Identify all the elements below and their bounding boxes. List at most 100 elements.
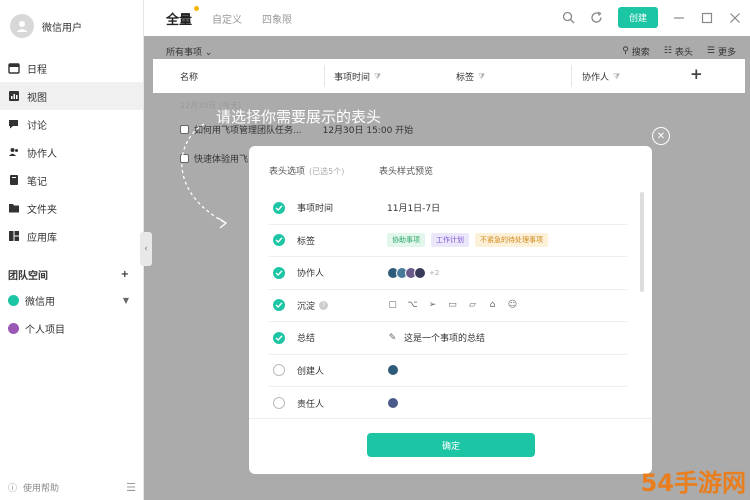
minimize-icon[interactable] — [672, 11, 686, 25]
option-preview: +2 — [387, 266, 440, 279]
column-divider — [571, 65, 572, 87]
option-row[interactable]: 创建人 — [269, 355, 627, 387]
info-icon[interactable]: ? — [319, 300, 329, 310]
collapse-sidebar-handle[interactable]: ‹ — [140, 232, 152, 266]
user-name: 微信用户 — [42, 22, 82, 34]
sidebar-item-notes[interactable]: 笔记 — [0, 166, 143, 194]
chevron-down-icon[interactable]: ▼ — [123, 296, 129, 305]
filter-icon[interactable]: ⧩ — [374, 72, 381, 82]
refresh-icon[interactable] — [590, 11, 604, 25]
folder-icon — [8, 202, 20, 214]
checked-checkbox[interactable] — [273, 331, 285, 344]
add-column-button[interactable]: + — [690, 65, 703, 83]
more-button[interactable]: ☰ 更多 — [707, 45, 736, 58]
filter-icon[interactable]: ⧩ — [613, 72, 620, 82]
tab-all[interactable]: 全量 — [166, 5, 200, 28]
header-button[interactable]: ☷ 表头 — [664, 45, 693, 58]
team-item-label: 个人项目 — [25, 324, 65, 336]
option-row[interactable]: 协作人 +2 — [269, 257, 627, 290]
sidebar-item-label: 协作人 — [27, 148, 57, 160]
column-picker-modal: 表头选项 (已选5个) 表头样式预览 事项时间 11月1日-7日 标签 协助事项 … — [249, 146, 652, 474]
option-row[interactable]: 标签 协助事项 工作计划 不紧急的待处理事项 — [269, 225, 627, 257]
modal-header: 表头选项 (已选5个) 表头样式预览 — [269, 164, 629, 177]
user-profile[interactable]: 微信用户 — [10, 14, 82, 38]
option-preview: ✎ 这是一个事项的总结 — [388, 332, 486, 345]
team-item-wechat[interactable]: 微信用 ▼ — [0, 286, 143, 314]
search-icon: ⚲ — [622, 46, 629, 56]
checked-checkbox[interactable] — [273, 201, 285, 214]
modal-scrollbar[interactable] — [640, 192, 644, 292]
sidebar-item-discussion[interactable]: 讨论 — [0, 110, 143, 138]
menu-icon[interactable]: ☰ — [126, 481, 136, 494]
note-icon — [8, 174, 20, 186]
create-button[interactable]: 创建 — [617, 7, 658, 28]
more-icon: ☰ — [706, 46, 715, 56]
sparkle-icon — [194, 5, 200, 11]
option-row[interactable]: 责任人 — [269, 387, 627, 420]
sidebar-item-schedule[interactable]: 日程 — [0, 54, 143, 82]
option-row[interactable]: 沉淀? ▢ ⌥ ➢ ▭ ▱ ⌂ ☺ — [269, 290, 627, 322]
tag-badge: 协助事项 — [387, 233, 425, 248]
option-preview — [387, 397, 399, 410]
column-header-collaborator[interactable]: 协作人 ⧩ — [582, 70, 620, 84]
tab-quadrant[interactable]: 四象限 — [262, 11, 292, 26]
option-name: 协作人 — [297, 269, 325, 280]
send-icon: ➢ — [428, 300, 437, 311]
tab-custom[interactable]: 自定义 — [212, 11, 242, 26]
calendar-icon — [8, 62, 20, 74]
option-row[interactable]: 总结 ✎ 这是一个事项的总结 — [269, 322, 627, 355]
column-header-name[interactable]: 名称 — [180, 70, 198, 83]
table-header-row: 名称 事项时间 ⧩ 标签 ⧩ 协作人 ⧩ + — [153, 59, 745, 93]
option-preview: ▢ ⌥ ➢ ▭ ▱ ⌂ ☺ — [387, 300, 518, 311]
sidebar-footer: ⓘ 使用帮助 ☰ — [8, 481, 136, 494]
sidebar-item-label: 应用库 — [27, 232, 57, 244]
sidebar-item-folder[interactable]: 文件夹 — [0, 194, 143, 222]
column-header-tags[interactable]: 标签 ⧩ — [456, 70, 485, 84]
checked-checkbox[interactable] — [273, 266, 285, 279]
column-divider — [324, 65, 325, 87]
more-count: +2 — [429, 268, 440, 277]
sidebar-item-collaborators[interactable]: 协作人 — [0, 138, 143, 166]
preview-title: 表头样式预览 — [379, 167, 434, 177]
avatar — [387, 397, 399, 410]
option-row[interactable]: 事项时间 11月1日-7日 — [269, 192, 627, 225]
help-link[interactable]: 使用帮助 — [23, 481, 59, 494]
bank-icon: ⌂ — [489, 300, 496, 311]
option-preview — [387, 364, 399, 377]
unchecked-checkbox[interactable] — [273, 397, 285, 410]
close-icon[interactable] — [728, 11, 742, 25]
search-button[interactable]: ⚲ 搜索 — [622, 45, 650, 58]
option-name: 创建人 — [297, 366, 325, 377]
top-tab-bar: 全量 自定义 四象限 创建 — [144, 0, 750, 36]
unchecked-checkbox[interactable] — [273, 364, 285, 377]
filter-dropdown[interactable]: 所有事项 ⌄ — [166, 45, 212, 58]
team-dot-icon — [8, 322, 19, 334]
comment-icon: ▭ — [448, 300, 457, 311]
folder-icon: ▱ — [469, 300, 476, 311]
column-header-time[interactable]: 事项时间 ⧩ — [334, 70, 381, 84]
search-icon[interactable] — [562, 11, 576, 25]
edit-icon: ✎ — [388, 332, 397, 343]
option-name: 沉淀? — [297, 299, 387, 312]
checked-checkbox[interactable] — [273, 234, 285, 247]
option-preview: 协助事项 工作计划 不紧急的待处理事项 — [387, 233, 548, 248]
filter-icon[interactable]: ⧩ — [478, 72, 485, 82]
sidebar-item-view[interactable]: 视图 — [0, 82, 143, 110]
apps-icon — [8, 230, 20, 242]
checked-checkbox[interactable] — [273, 299, 285, 312]
confirm-button[interactable]: 确定 — [367, 433, 535, 457]
avatar — [387, 364, 399, 377]
sidebar-item-app-library[interactable]: 应用库 — [0, 222, 143, 250]
team-item-personal[interactable]: 个人项目 — [0, 314, 143, 342]
people-icon — [8, 146, 20, 158]
columns-icon: ☷ — [663, 46, 672, 56]
close-modal-button[interactable]: ✕ — [652, 127, 670, 145]
team-space: 团队空间 + 微信用 ▼ 个人项目 — [0, 262, 143, 342]
chart-icon — [8, 90, 20, 102]
help-icon: ⓘ — [8, 484, 18, 494]
team-item-label: 微信用 — [25, 296, 55, 308]
maximize-icon[interactable] — [700, 11, 714, 25]
sidebar-item-label: 讨论 — [27, 120, 47, 132]
emoji-icon: ☺ — [507, 300, 518, 311]
add-team-button[interactable]: + — [121, 269, 129, 280]
